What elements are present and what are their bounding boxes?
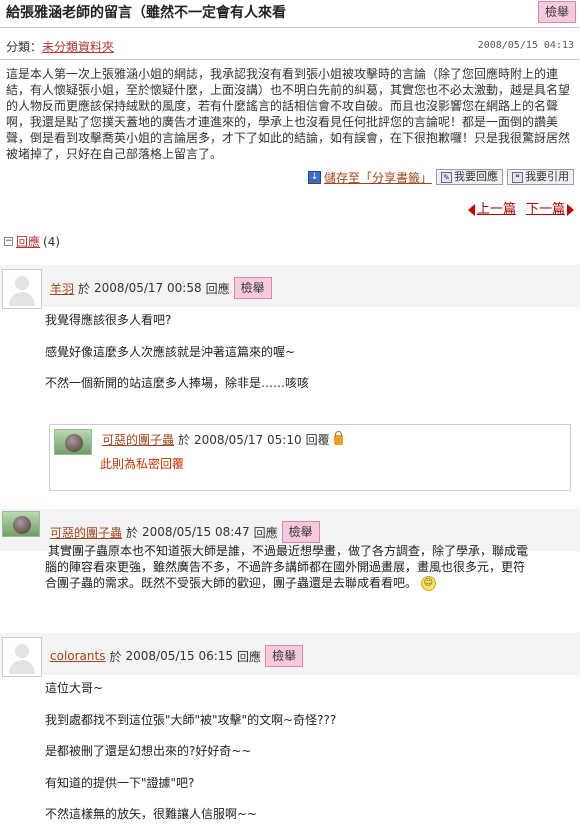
report-button[interactable]: 檢舉 [233,277,272,299]
reply-button[interactable]: ✎ 我要回應 [436,169,503,185]
comment-date: 2008/05/17 00:58 [94,281,202,295]
comment-author[interactable]: 羊羽 [50,280,74,297]
post-body: 這是本人第一次上張雅涵小姐的網誌，我承認我沒有看到張小姐被攻擊時的言論（除了您回… [6,67,571,161]
prev-post-link[interactable]: 上一篇 [467,198,516,217]
arrow-right-icon [567,203,574,216]
private-reply-meta: 可惡的團子蟲 於 2008/05/17 05:10 回覆 [102,430,343,448]
avatar [2,511,40,537]
comment-text: 合團子蟲的需求。既然不受張大師的歡迎，團子蟲還是去聯成看看吧。 [45,576,418,590]
smiley-icon: ☺ [420,576,436,591]
divider [0,27,580,28]
comment-meta: colorants 於 2008/05/15 06:15 回應 檢舉 [50,645,304,667]
comment-prefix: 於 [78,281,91,296]
comment-reply-link[interactable]: 回覆 [306,431,330,448]
avatar [54,429,92,455]
comment-text-line: 感覺好像這麼多人次應該就是沖著這篇來的喔~ [45,345,296,359]
report-button[interactable]: 檢舉 [281,521,320,543]
lock-icon [333,430,343,445]
arrow-left-icon [467,203,475,216]
comment-prefix: 於 [126,525,139,540]
save-bookmark-label: 儲存至「分享書籤」 [323,170,432,185]
reply-button-label: 我要回應 [454,170,498,183]
comment-reply-link[interactable]: 回應 [237,648,261,665]
comment-text-line: 是都被刪了還是幻想出來的?好好奇~~ [45,744,252,758]
comment-text-line: 這位大哥~ [45,681,104,695]
comment-meta: 羊羽 於 2008/05/17 00:58 回應 檢舉 [50,277,272,299]
prev-post-label: 上一篇 [476,202,516,217]
post-actions: ↓ 儲存至「分享書籤」 ✎ 我要回應 ❝ 我要引用 [307,168,574,186]
comment-text-line: 合團子蟲的需求。既然不受張大師的歡迎，團子蟲還是去聯成看看吧。 ☺ [45,575,436,591]
next-post-link[interactable]: 下一篇 [526,198,574,217]
cite-button[interactable]: ❝ 我要引用 [507,169,574,185]
avatar [2,637,42,677]
collapse-icon[interactable]: − [4,237,13,246]
private-reply: 可惡的團子蟲 於 2008/05/17 05:10 回覆 此則為私密回覆 [49,424,571,491]
comment-text-line: 腦的陣容看來更強，雖然廣告不多，不過許多講師都在國外開過畫展，畫風也很多元，更符 [45,560,526,574]
comment-prefix: 於 [178,433,191,447]
comment-item: 羊羽 於 2008/05/17 00:58 回應 檢舉 我覺得應該很多人看吧? … [0,265,580,415]
divider [0,59,580,60]
comment-prefix: 於 [109,649,122,664]
post-navigation: 上一篇 下一篇 [467,198,574,217]
comment-header: colorants 於 2008/05/15 06:15 回應 檢舉 [0,633,580,677]
post-title: 給張雅涵老師的留言（雖然不一定會有人來看 [6,5,286,21]
comment-text-line: 有知道的提供一下"證據"吧? [45,776,195,790]
comment-date: 2008/05/15 08:47 [142,525,250,539]
comment-item: colorants 於 2008/05/15 06:15 回應 檢舉 這位大哥~… [0,633,580,831]
replies-header: − 回應 (4) [4,233,60,250]
comment-item: 可惡的團子蟲 於 2008/05/15 08:47 回應 檢舉 其實團子蟲原本也… [0,509,580,624]
post-meta: 分類：未分類資料夾 2008/05/15 04:13 [6,38,574,55]
comment-reply-link[interactable]: 回應 [206,280,230,297]
comment-text-line: 我覺得應該很多人看吧? [45,313,172,327]
category-link[interactable]: 未分類資料夾 [42,40,114,54]
avatar [2,269,42,309]
comment-date: 2008/05/17 05:10 [194,432,302,447]
replies-link[interactable]: 回應 [16,233,40,250]
comment-text-line: 其實團子蟲原本也不知道張大師是誰，不過最近想學畫，做了各方調查，除了學承，聯成電 [48,544,529,558]
comment-meta: 可惡的團子蟲 於 2008/05/15 08:47 回應 檢舉 [50,521,320,543]
comment-author[interactable]: 可惡的團子蟲 [102,431,174,448]
comment-author[interactable]: 可惡的團子蟲 [50,524,122,541]
comment-author[interactable]: colorants [50,649,105,663]
comment-text-line: 不然一個新開的站這麼多人捧場，除非是……咳咳 [45,376,310,390]
post-title-bar: 給張雅涵老師的留言（雖然不一定會有人來看 檢舉 [0,0,580,26]
comment-reply-link[interactable]: 回應 [254,524,278,541]
replies-count: (4) [43,234,61,249]
comment-icon: ✎ [441,171,452,183]
post-date: 2008/05/15 04:13 [477,40,574,51]
comment-header: 羊羽 於 2008/05/17 00:58 回應 檢舉 [0,265,580,309]
report-button[interactable]: 檢舉 [537,1,576,23]
quote-icon: ❝ [512,171,523,183]
comment-date: 2008/05/15 06:15 [125,649,234,663]
comment-text-line: 不然這樣無的放矢，很難讓人信服啊~~ [45,807,258,821]
comment-text-line: 我到處都找不到這位張"大師"被"攻擊"的文啊~奇怪??? [45,713,337,727]
download-icon: ↓ [307,170,321,184]
next-post-label: 下一篇 [525,202,565,217]
category-label: 分類： [6,40,43,54]
cite-button-label: 我要引用 [525,170,569,183]
save-bookmark-link[interactable]: ↓ 儲存至「分享書籤」 [307,169,432,186]
private-reply-text: 此則為私密回覆 [100,457,185,471]
report-button[interactable]: 檢舉 [265,645,304,667]
